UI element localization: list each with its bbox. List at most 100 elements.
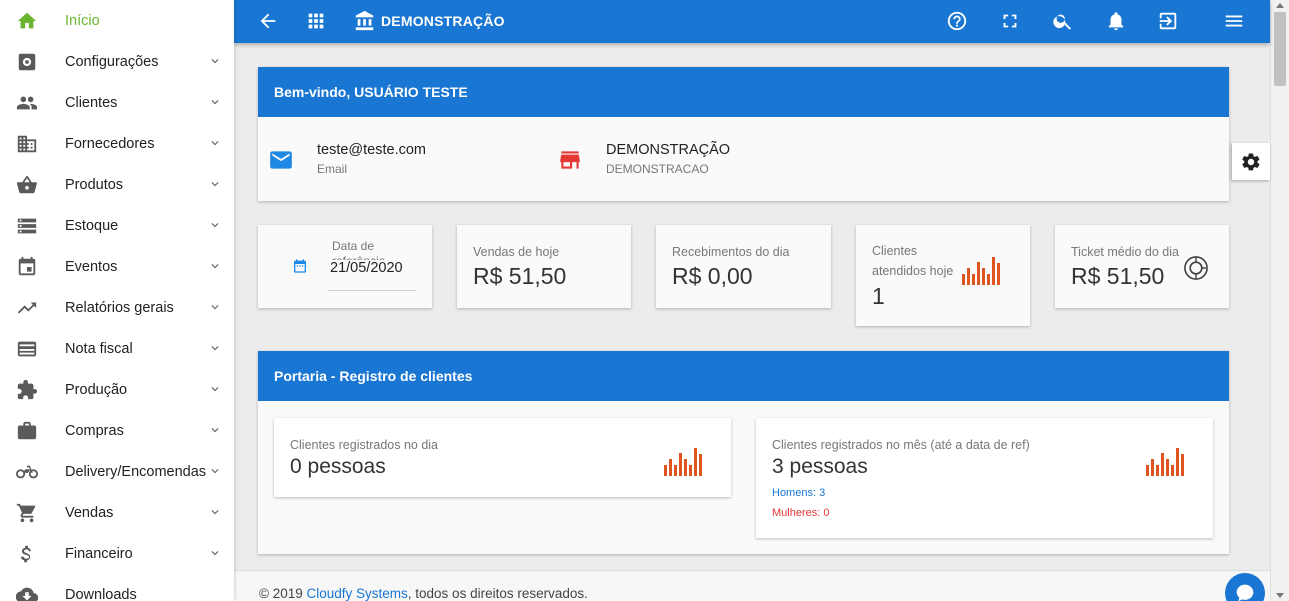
sidebar-item-estoque[interactable]: Estoque [0,205,234,246]
sidebar-item-label: Produtos [65,176,124,193]
sidebar-item-producao[interactable]: Produção [0,369,234,410]
welcome-card: Bem-vindo, USUÁRIO TESTE teste@teste.com… [258,67,1229,201]
store-icon [557,147,583,173]
chevron-down-icon [208,546,222,560]
scroll-up-arrow-icon[interactable] [1276,3,1284,8]
chevron-down-icon [208,505,222,519]
ticket-value: R$ 51,50 [1071,263,1165,289]
sidebar-item-label: Produção [65,381,128,398]
footer-rights: , todos os direitos reservados. [407,586,588,601]
sidebar-item-downloads[interactable]: Downloads [0,574,234,601]
bank-icon [353,9,377,33]
chevron-down-icon [208,218,222,232]
help-icon[interactable] [945,9,969,33]
apps-grid-icon[interactable] [304,9,328,33]
scrollbar-thumb[interactable] [1274,12,1286,86]
arrow-back-icon[interactable] [256,9,280,33]
sidebar-item-vendas[interactable]: Vendas [0,492,234,533]
sidebar-item-inicio[interactable]: Início [0,0,234,41]
sidebar-item-relatorios-gerais[interactable]: Relatórios gerais [0,287,234,328]
trending-up-icon [15,296,39,320]
store-value: DEMONSTRAÇÃO [606,142,731,158]
chevron-down-icon [208,423,222,437]
scroll-down-arrow-icon[interactable] [1276,593,1284,598]
receipts-label: Recebimentos do dia [672,245,790,259]
receipts-card: Recebimentos do dia R$ 0,00 [656,225,831,308]
logout-icon[interactable] [1156,9,1180,33]
gear-icon [1242,152,1260,170]
cart-icon [15,501,39,525]
company-title: DEMONSTRAÇÃO [381,13,505,29]
men-count: Homens: 3 [772,487,826,499]
building-icon [15,132,39,156]
sidebar-item-label: Clientes [65,94,118,111]
sidebar-item-fornecedores[interactable]: Fornecedores [0,123,234,164]
footer: © 2019 Cloudfy Systems, todos os direito… [234,570,1270,601]
women-count: Mulheres: 0 [772,507,830,519]
fullscreen-icon[interactable] [998,9,1022,33]
sidebar-item-compras[interactable]: Compras [0,410,234,451]
chevron-down-icon [208,177,222,191]
sidebar-item-label: Vendas [65,504,114,521]
email-label: Email [317,162,348,176]
storage-icon [15,214,39,238]
clients-label: Clientes atendidos hoje [872,244,954,278]
email-value: teste@teste.com [317,142,427,158]
sidebar-item-label: Compras [65,422,124,439]
menu-icon[interactable] [1222,9,1246,33]
email-icon [268,147,294,173]
puzzle-icon [15,378,39,402]
sidebar-item-label: Início [65,12,100,29]
settings-button[interactable] [1232,143,1270,180]
sidebar-item-label: Downloads [65,586,137,601]
chevron-down-icon [208,382,222,396]
chevron-down-icon [208,54,222,68]
sales-label: Vendas de hoje [473,245,560,259]
clients-day-card: Clientes registrados no dia 0 pessoas [274,418,731,497]
store-label: DEMONSTRACAO [606,162,709,176]
notifications-icon[interactable] [1104,9,1128,33]
donut-chart-icon [1184,256,1208,280]
search-icon[interactable] [1051,9,1075,33]
clients-month-card: Clientes registrados no mês (até a data … [756,418,1213,538]
chevron-down-icon [208,259,222,273]
sidebar: Início Configurações Clientes Fornecedor… [0,0,234,601]
sales-today-card: Vendas de hoje R$ 51,50 [457,225,631,308]
briefcase-icon [15,419,39,443]
clients-value: 1 [872,283,885,309]
date-field[interactable]: Data de referência 21/05/2020 [328,237,416,291]
sidebar-item-label: Relatórios gerais [65,299,174,316]
sidebar-item-clientes[interactable]: Clientes [0,82,234,123]
clients-day-label: Clientes registrados no dia [290,438,438,452]
sidebar-item-nota-fiscal[interactable]: Nota fiscal [0,328,234,369]
home-icon [15,9,39,33]
portaria-title: Portaria - Registro de clientes [258,351,1229,401]
portaria-card: Portaria - Registro de clientes Clientes… [258,351,1229,554]
sidebar-item-financeiro[interactable]: Financeiro [0,533,234,574]
sidebar-item-label: Configurações [65,53,159,70]
footer-copyright: © 2019 [259,586,307,601]
sidebar-item-produtos[interactable]: Produtos [0,164,234,205]
clients-day-value: 0 pessoas [290,455,386,478]
chat-icon [1236,584,1254,601]
card-icon [15,337,39,361]
chevron-down-icon [208,341,222,355]
bar-chart-icon [664,446,702,476]
ticket-average-card: Ticket médio do dia R$ 51,50 [1055,225,1229,308]
sidebar-item-delivery[interactable]: Delivery/Encomendas [0,451,234,492]
sidebar-item-eventos[interactable]: Eventos [0,246,234,287]
top-app-bar: DEMONSTRAÇÃO [234,0,1270,43]
clients-month-value: 3 pessoas [772,455,868,478]
cloud-download-icon [15,583,39,601]
vertical-scrollbar[interactable] [1270,0,1289,601]
ticket-label: Ticket médio do dia [1071,245,1179,259]
date-value[interactable]: 21/05/2020 [330,260,403,276]
footer-company-link[interactable]: Cloudfy Systems [306,586,407,601]
calendar-icon [294,259,306,273]
sidebar-item-configuracoes[interactable]: Configurações [0,41,234,82]
chevron-down-icon [208,95,222,109]
calendar-icon [15,255,39,279]
sidebar-item-label: Eventos [65,258,118,275]
dollar-icon [15,542,39,566]
sales-value: R$ 51,50 [473,263,567,289]
